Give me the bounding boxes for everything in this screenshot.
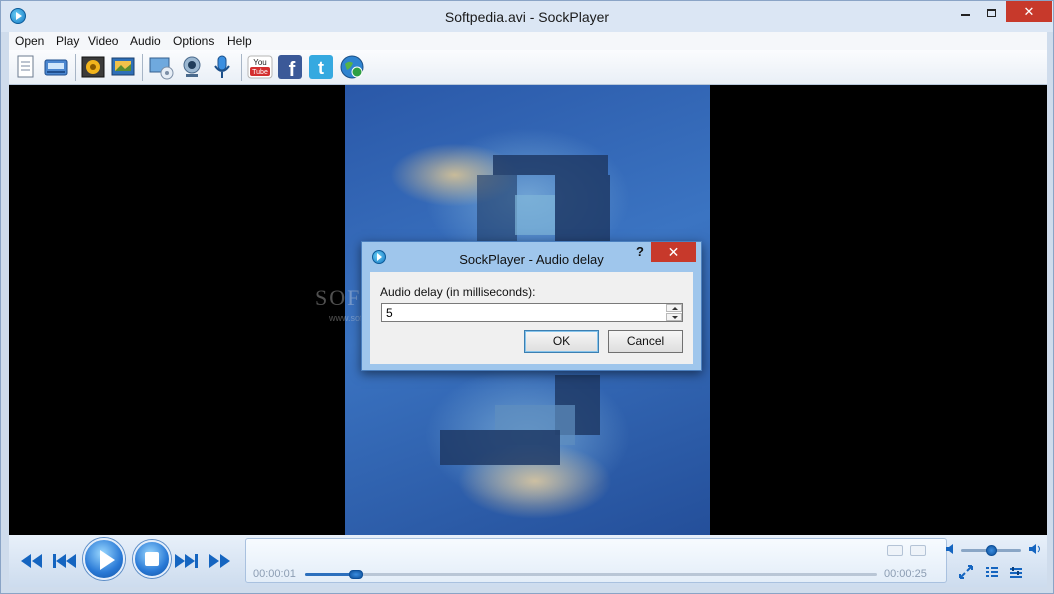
youtube-button[interactable]: You Tube [247, 54, 273, 80]
spin-down-icon[interactable] [666, 313, 682, 321]
menu-video[interactable]: Video [88, 34, 118, 48]
minimize-button[interactable] [952, 1, 978, 22]
ok-button[interactable]: OK [524, 330, 599, 353]
stop-button[interactable] [133, 540, 171, 578]
dialog-body: Audio delay (in milliseconds): OK Cancel [370, 272, 693, 364]
svg-text:Tube: Tube [252, 69, 268, 76]
fullscreen-icon[interactable] [959, 565, 973, 579]
rewind-button[interactable] [21, 554, 45, 568]
playlist-mini-icon[interactable] [910, 545, 926, 556]
equalizer-icon[interactable] [1009, 565, 1023, 579]
progress-panel: 00:00:01 00:00:25 [245, 538, 947, 583]
fast-forward-icon [209, 554, 233, 568]
svg-text:You: You [253, 58, 267, 67]
playlist-icon[interactable] [985, 565, 999, 579]
volume-thumb[interactable] [986, 545, 997, 556]
snapshot-button[interactable] [80, 54, 106, 80]
spin-up-icon[interactable] [666, 304, 682, 312]
subtitle-icon[interactable] [887, 545, 903, 556]
open-file-button[interactable] [13, 54, 39, 80]
volume-slider[interactable] [961, 545, 1021, 556]
audio-delay-label: Audio delay (in milliseconds): [380, 285, 536, 299]
close-icon: ✕ [1023, 4, 1035, 19]
seek-bar[interactable] [305, 570, 877, 579]
next-icon [175, 554, 199, 568]
audio-delay-dialog: SockPlayer - Audio delay ? ✕ Audio delay… [361, 241, 702, 371]
menu-options[interactable]: Options [173, 34, 214, 48]
menu-bar: Open Play Video Audio Options Help [9, 32, 1047, 50]
close-icon: ✕ [667, 244, 680, 260]
monitor-disc-icon [149, 57, 174, 80]
menu-audio[interactable]: Audio [130, 34, 161, 48]
toolbar: You Tube f t [9, 50, 1047, 85]
playback-controls: 00:00:01 00:00:25 [9, 535, 1047, 587]
screen-capture-button[interactable] [148, 54, 174, 80]
menu-play[interactable]: Play [56, 34, 79, 48]
total-time: 00:00:25 [884, 568, 927, 580]
microphone-icon [214, 55, 230, 78]
audio-delay-spinner[interactable] [666, 304, 682, 321]
title-bar: Softpedia.avi - SockPlayer ✕ [1, 1, 1053, 32]
menu-help[interactable]: Help [227, 34, 252, 48]
dialog-title-bar: SockPlayer - Audio delay ? ✕ [362, 242, 701, 270]
volume-max-icon[interactable] [1028, 543, 1042, 555]
next-button[interactable] [175, 554, 199, 568]
audio-delay-input[interactable] [381, 303, 683, 322]
elapsed-time: 00:00:01 [253, 568, 296, 580]
maximize-icon [986, 8, 996, 17]
twitter-icon: t [309, 55, 333, 79]
web-update-button[interactable] [339, 54, 365, 80]
seek-thumb[interactable] [348, 570, 363, 579]
window-title: Softpedia.avi - SockPlayer [444, 9, 610, 25]
app-window: Softpedia.avi - SockPlayer ✕ Open Play V… [0, 0, 1054, 594]
screenshot-folder-button[interactable] [110, 54, 136, 80]
close-button[interactable]: ✕ [1006, 1, 1052, 22]
image-folder-icon [111, 57, 135, 76]
rewind-icon [21, 554, 45, 568]
photo-frame-icon [81, 56, 105, 78]
open-disc-button[interactable] [43, 54, 69, 80]
globe-icon [340, 55, 364, 79]
twitter-button[interactable]: t [308, 54, 334, 80]
cancel-button[interactable]: Cancel [608, 330, 683, 353]
document-icon [17, 55, 34, 78]
youtube-icon: You Tube [247, 55, 273, 79]
fast-forward-button[interactable] [209, 554, 233, 568]
maximize-button[interactable] [978, 1, 1004, 22]
microphone-button[interactable] [209, 54, 235, 80]
previous-button[interactable] [53, 554, 77, 568]
webcam-button[interactable] [179, 54, 205, 80]
play-button[interactable] [83, 538, 125, 580]
webcam-icon [183, 56, 201, 77]
menu-open[interactable]: Open [15, 34, 44, 48]
svg-text:t: t [318, 58, 324, 78]
disc-drive-icon [44, 59, 68, 76]
dialog-close-button[interactable]: ✕ [651, 242, 696, 262]
svg-text:f: f [289, 59, 296, 80]
previous-icon [53, 554, 77, 568]
volume-mute-icon[interactable] [945, 543, 955, 555]
help-button[interactable]: ? [630, 244, 650, 259]
minimize-icon [960, 13, 970, 16]
facebook-icon: f [278, 55, 302, 81]
facebook-button[interactable]: f [277, 54, 303, 81]
